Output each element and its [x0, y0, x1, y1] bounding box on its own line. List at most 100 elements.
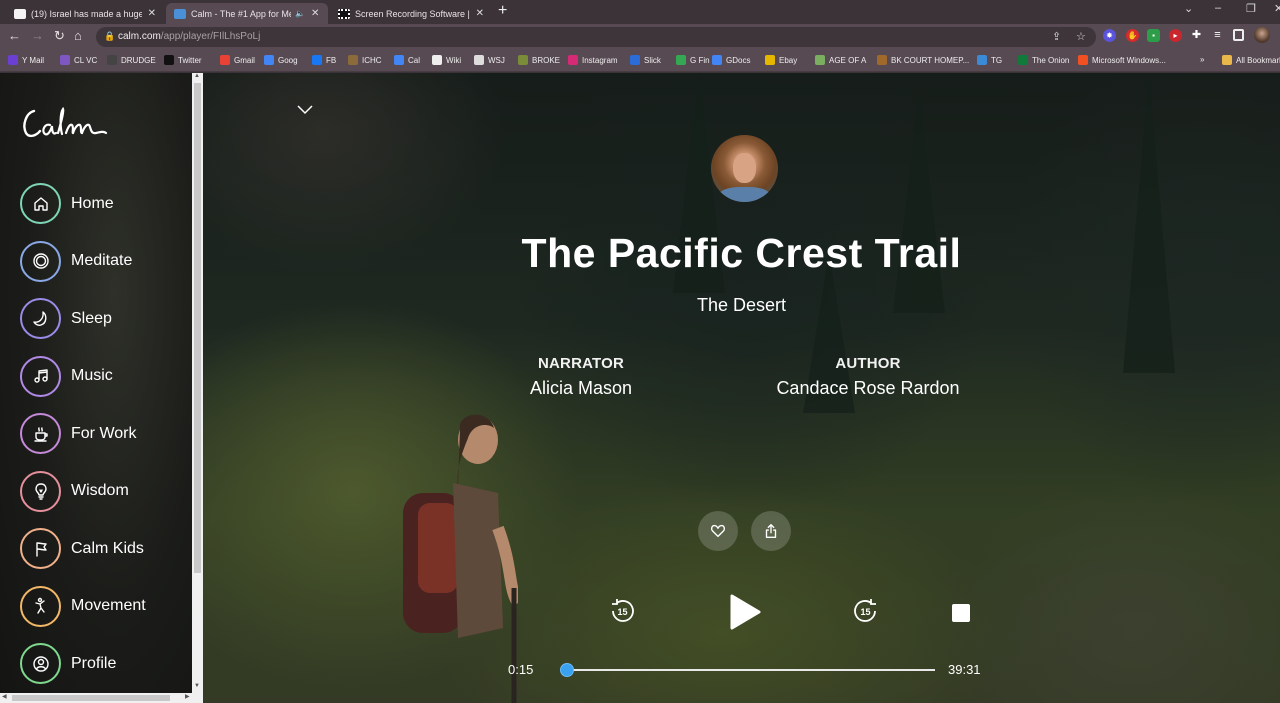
tab-favicon-icon: [174, 8, 186, 19]
bookmark-favicon-icon: [630, 55, 640, 65]
bookmark-item[interactable]: DRUDGE: [107, 55, 156, 65]
stop-icon: [952, 604, 970, 622]
reload-icon[interactable]: ↻: [54, 28, 65, 44]
home-icon[interactable]: ⌂: [74, 28, 82, 43]
bookmark-item[interactable]: BROKE: [518, 55, 560, 65]
profile-avatar-icon[interactable]: [1254, 27, 1270, 43]
forward-15-icon: 15: [854, 599, 876, 622]
bookmark-item[interactable]: Slick: [630, 55, 661, 65]
browser-tab[interactable]: Screen Recording Software | Buy ✕: [330, 3, 492, 24]
url-domain: calm.com: [118, 31, 161, 42]
minimize-window-icon[interactable]: –: [1215, 2, 1221, 14]
bookmark-item[interactable]: GDocs: [712, 55, 750, 65]
sidebar-item-music[interactable]: Music: [20, 348, 146, 406]
sidebar-item-calm-kids[interactable]: Calm Kids: [20, 520, 146, 578]
back-icon[interactable]: ←: [8, 28, 21, 43]
media-queue-icon[interactable]: ≡: [1211, 29, 1224, 42]
bookmark-favicon-icon: [712, 55, 722, 65]
browser-tab-active[interactable]: Calm - The #1 App for Medi 🔈 ✕: [166, 3, 328, 24]
bookmark-item[interactable]: G Fin: [676, 55, 710, 65]
bookmark-item[interactable]: CL VC: [60, 55, 97, 65]
share-page-icon[interactable]: ⇪: [1052, 30, 1061, 43]
favorite-button[interactable]: [698, 511, 738, 551]
scrollbar-thumb[interactable]: [12, 695, 170, 701]
bookmark-label: Twitter: [178, 55, 202, 65]
bookmark-item[interactable]: Instagram: [568, 55, 618, 65]
extensions-puzzle-icon[interactable]: ✚: [1190, 29, 1203, 42]
tab-close-icon[interactable]: ✕: [311, 8, 319, 19]
narrator-avatar: [711, 135, 778, 202]
skip-back-15-button[interactable]: 15: [609, 598, 635, 624]
bookmark-item[interactable]: TG: [977, 55, 1002, 65]
address-bar[interactable]: 🔒 calm.com/app/player/FIlLhsPoLj ⇪ ☆: [96, 27, 1096, 47]
sidebar-vertical-scrollbar[interactable]: ▲ ▼: [192, 73, 203, 693]
tab-close-icon[interactable]: ✕: [148, 8, 156, 19]
url-path: /app/player/FIlLhsPoLj: [160, 31, 261, 42]
scroll-down-arrow-icon[interactable]: ▼: [194, 683, 200, 689]
bookmark-item[interactable]: The Onion: [1018, 55, 1069, 65]
scroll-left-arrow-icon[interactable]: ◀: [2, 693, 7, 700]
sidebar-item-wisdom[interactable]: Wisdom: [20, 463, 146, 521]
meditate-icon: [20, 240, 61, 282]
bookmark-favicon-icon: [164, 55, 174, 65]
bookmark-label: Ebay: [779, 55, 798, 65]
skip-forward-15-button[interactable]: 15: [853, 598, 879, 624]
progress-knob[interactable]: [560, 663, 575, 677]
extension-gear-icon[interactable]: ✸: [1103, 29, 1116, 42]
stop-button[interactable]: [952, 604, 970, 622]
share-button[interactable]: [751, 511, 791, 551]
scroll-up-arrow-icon[interactable]: ▲: [194, 73, 200, 79]
extension-stop-icon[interactable]: ✋: [1126, 29, 1139, 42]
sidebar-item-movement[interactable]: Movement: [20, 578, 146, 636]
scroll-right-arrow-icon[interactable]: ▶: [185, 693, 190, 700]
bookmarks-overflow-button[interactable]: »: [1200, 55, 1204, 64]
restore-window-icon[interactable]: ❐: [1246, 2, 1256, 15]
sidebar-item-profile[interactable]: Profile: [20, 635, 146, 693]
all-bookmarks-button[interactable]: All Bookmarks: [1222, 55, 1280, 65]
bookmark-item[interactable]: Ebay: [765, 55, 797, 65]
bookmark-favicon-icon: [264, 55, 274, 65]
new-tab-button[interactable]: +: [498, 2, 507, 20]
close-window-icon[interactable]: ✕: [1274, 2, 1280, 15]
bookmark-item[interactable]: WSJ: [474, 55, 505, 65]
sidebar-item-sleep[interactable]: Sleep: [20, 290, 146, 348]
sidebar-item-for-work[interactable]: For Work: [20, 405, 146, 463]
sidebar-horizontal-scrollbar[interactable]: ◀ ▶: [0, 693, 203, 703]
progress-slider[interactable]: [560, 663, 935, 677]
bookmark-item[interactable]: BK COURT HOMEP...: [877, 55, 969, 65]
sidebar-item-home[interactable]: Home: [20, 175, 146, 233]
bookmark-item[interactable]: ICHC: [348, 55, 382, 65]
forward-icon[interactable]: →: [31, 28, 44, 43]
bookmark-item[interactable]: Microsoft Windows...: [1078, 55, 1166, 65]
bookmark-item[interactable]: Y Mail: [8, 55, 44, 65]
bookmark-item[interactable]: FB: [312, 55, 336, 65]
calm-logo[interactable]: [20, 103, 110, 143]
play-button[interactable]: [727, 593, 763, 631]
extension-robot-icon[interactable]: ▪: [1147, 29, 1160, 42]
hiker-illustration: [403, 414, 518, 703]
bookmark-star-icon[interactable]: ☆: [1076, 30, 1086, 43]
extension-video-icon[interactable]: ▸: [1169, 29, 1182, 42]
bookmark-item[interactable]: AGE OF A: [815, 55, 866, 65]
flag-icon: [20, 528, 61, 570]
collapse-chevron-icon[interactable]: [297, 105, 313, 115]
bookmark-item[interactable]: Wiki: [432, 55, 461, 65]
bookmark-item[interactable]: Goog: [264, 55, 298, 65]
browser-tab[interactable]: (19) Israel has made a huge mist ✕: [6, 3, 164, 24]
sidebar-item-meditate[interactable]: Meditate: [20, 233, 146, 291]
bookmark-item[interactable]: Cal: [394, 55, 420, 65]
bookmark-favicon-icon: [877, 55, 887, 65]
moon-icon: [20, 298, 61, 340]
bookmark-favicon-icon: [1018, 55, 1028, 65]
bookmark-item[interactable]: Gmail: [220, 55, 255, 65]
author-credit: AUTHOR Candace Rose Rardon: [743, 355, 993, 399]
scrollbar-thumb[interactable]: [194, 83, 201, 573]
tab-audio-icon[interactable]: 🔈: [295, 9, 305, 18]
bookmark-item[interactable]: Twitter: [164, 55, 202, 65]
tab-close-icon[interactable]: ✕: [476, 8, 484, 19]
bookmark-favicon-icon: [60, 55, 70, 65]
side-panel-icon[interactable]: [1233, 29, 1244, 41]
sidebar-item-label: Calm Kids: [71, 539, 144, 557]
tab-search-icon[interactable]: ⌄: [1184, 2, 1193, 15]
address-url[interactable]: calm.com/app/player/FIlLhsPoLj: [118, 31, 260, 42]
